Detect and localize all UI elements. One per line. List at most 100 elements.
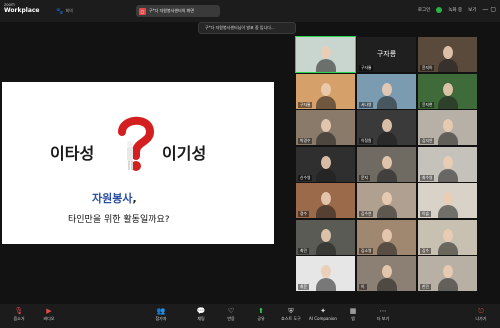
slide-subtitle: 자원봉사, (92, 190, 137, 206)
meeting-menu[interactable]: 🐾 회의 (56, 7, 78, 15)
participant-face (382, 228, 392, 242)
logo-line2: Workplace (4, 7, 40, 14)
participant-silhouette (377, 241, 397, 255)
participant-silhouette (316, 132, 336, 145)
participant-tile[interactable]: 최윤 (296, 256, 355, 291)
paw-icon: 🐾 (56, 7, 64, 15)
participant-tile[interactable]: 윤지아 (418, 37, 477, 72)
participant-name: 한민 (420, 284, 431, 290)
toolbar-label: 나가기 (475, 316, 487, 321)
participant-name: 윤지현 (420, 101, 435, 108)
participant-tile[interactable]: 김지연 (418, 110, 477, 145)
participant-tile[interactable]: 최민 (296, 219, 355, 255)
toolbar-label: 반응 (227, 316, 235, 321)
toolbar-ai-button[interactable]: ✦ AI Companion (306, 306, 340, 326)
participant-name: 문지 (359, 174, 370, 181)
meeting-menu-label: 회의 (65, 8, 73, 13)
window-controls-icon[interactable]: — ▢ (482, 6, 496, 13)
participant-name: 김소영 (359, 247, 374, 254)
zoom-meeting-window: zoom Workplace 🐾 회의 ▢ 구*다 자원봉사센터의 화면 로그인… (0, 0, 500, 328)
apps-icon: ▦ (349, 307, 357, 315)
ai-icon: ✦ (320, 307, 326, 315)
participant-tile[interactable]: 김소영 (357, 219, 416, 255)
participant-tile[interactable]: 서나영 (357, 73, 416, 109)
bottom-toolbar: 🎙 음소거 ▶ 비디오 👥 참가자 💬 채팅 ♡ 반응 ⬆ 공유 ⛨ 호스트 도구 ✦ AI Companio… (0, 304, 500, 328)
shield-icon: ⛨ (288, 307, 294, 315)
toolbar-more-button[interactable]: ⋯ 더 보기 (368, 306, 398, 326)
participant-name: 신수영 (298, 174, 313, 181)
participant-face (443, 192, 453, 205)
participant-tile[interactable]: 이정원 (357, 110, 416, 145)
toolbar-shield-button[interactable]: ⛨ 호스트 도구 (276, 306, 306, 326)
participant-tile[interactable] (295, 36, 356, 73)
toolbar-mic-button[interactable]: 🎙 음소거 (4, 306, 34, 326)
toolbar-participants-button[interactable]: 👥 참가자 (146, 306, 176, 326)
participant-silhouette (377, 132, 397, 145)
sign-in-button[interactable]: 로그인 (418, 7, 430, 13)
shared-slide: 이타성 이기성 자원봉사, 타인만을 위한 활동일까요? (2, 82, 274, 244)
participant-face (321, 82, 331, 96)
participant-gallery: 구자룡 구자룡 윤지아구자룡 서나영 윤지현박경수 이정원김지연신수영 문지 최수영정수 김수연… (295, 36, 478, 291)
participant-tile[interactable]: 신수영 (296, 146, 355, 182)
slide-word-right: 이기성 (162, 144, 207, 163)
toolbar-label: 채팅 (197, 316, 205, 321)
participant-silhouette (316, 278, 336, 291)
participant-name: 서나영 (359, 101, 374, 108)
toolbar-share-button[interactable]: ⬆ 공유 (246, 306, 276, 326)
participant-face (382, 265, 392, 278)
participants-icon: 👥 (156, 307, 166, 315)
participant-name: 김지연 (420, 138, 435, 144)
toolbar-heart-button[interactable]: ♡ 반응 (216, 306, 246, 326)
participant-face (321, 192, 331, 205)
video-icon: ▶ (46, 307, 52, 315)
slide-subtitle-text: 자원봉사 (92, 192, 133, 205)
chat-icon: 💬 (196, 307, 206, 315)
slide-question: 타인만을 위한 활동일까요? (68, 215, 170, 225)
participant-tile[interactable]: 김수 (418, 219, 477, 255)
top-bar: zoom Workplace 🐾 회의 ▢ 구*다 자원봉사센터의 화면 로그인… (0, 0, 500, 22)
participant-tile[interactable]: 김수연 (357, 183, 416, 218)
participant-face (321, 155, 331, 169)
toolbar-label: 비디오 (43, 316, 55, 321)
toolbar-video-button[interactable]: ▶ 비디오 (34, 306, 64, 326)
view-button[interactable]: 보기 (468, 7, 476, 13)
participant-tile[interactable]: 이슬 (418, 183, 477, 218)
toolbar-label: 음소거 (13, 316, 25, 321)
participant-name: 구자룡 (298, 101, 313, 108)
participant-face (321, 119, 331, 132)
participant-silhouette (438, 59, 458, 72)
participant-tile[interactable]: 구자룡 구자룡 (357, 37, 416, 72)
participant-face (382, 192, 392, 205)
participant-tile[interactable]: 이 (357, 256, 416, 291)
participant-face (382, 155, 392, 169)
toolbar-apps-button[interactable]: ▦ 앱 (338, 306, 368, 326)
recording-status: 녹화 중 (448, 7, 463, 13)
participant-tile[interactable]: 윤지현 (418, 73, 477, 109)
participant-tile[interactable]: 최수영 (418, 146, 477, 182)
participant-face (443, 228, 453, 242)
security-shield-icon[interactable] (436, 6, 443, 13)
participant-face (382, 82, 392, 96)
presenter-toast: 구*다 자원봉사센터님이 발표 중 입니다... (198, 22, 296, 34)
participant-tile[interactable]: 문지 (357, 146, 416, 182)
toolbar-label: 참가자 (155, 316, 167, 321)
participant-tile[interactable]: 정수 (296, 183, 355, 218)
slide-subtitle-punct: , (132, 192, 137, 205)
participant-tile[interactable]: 박경수 (296, 110, 355, 145)
participant-tile[interactable]: 구자룡 (296, 73, 355, 109)
screen-share-tab[interactable]: ▢ 구*다 자원봉사센터의 화면 (136, 5, 220, 17)
toolbar-leave-button[interactable]: ⎋ 나가기 (466, 306, 496, 326)
share-icon: ⬆ (258, 307, 264, 315)
participant-name: 이슬 (420, 211, 431, 217)
more-icon: ⋯ (379, 307, 387, 315)
toolbar-chat-button[interactable]: 💬 채팅 (186, 306, 216, 326)
toolbar-label: 앱 (351, 316, 355, 321)
participant-silhouette (438, 278, 458, 291)
question-mark-figure-icon (118, 116, 155, 171)
screen-share-label: 구*다 자원봉사센터의 화면 (149, 8, 195, 13)
participant-silhouette (316, 59, 336, 72)
participant-name: 정수 (298, 211, 309, 217)
participant-name: 최민 (298, 247, 309, 254)
toolbar-label: AI Companion (309, 316, 337, 321)
participant-tile[interactable]: 한민 (418, 256, 477, 291)
